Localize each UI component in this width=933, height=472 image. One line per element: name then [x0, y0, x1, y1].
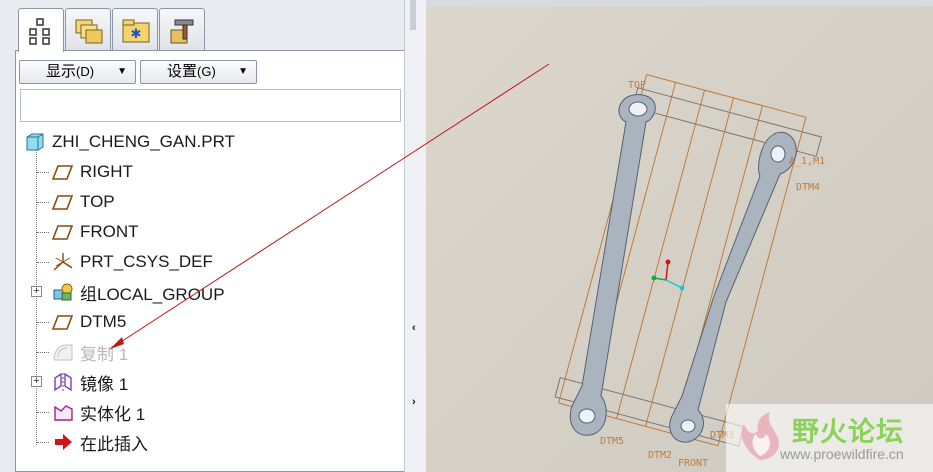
- tree-item-label: 复制 1: [80, 344, 129, 364]
- folder-browser-icon: [75, 19, 103, 44]
- tree-item-copy-1[interactable]: 复制 1: [52, 338, 128, 366]
- solidify-icon: [54, 405, 73, 421]
- watermark: 野火论坛 www.proewildfire.cn: [726, 404, 933, 472]
- connections-icon: [170, 19, 194, 44]
- tree-item-label: PRT_CSYS_DEF: [80, 252, 213, 271]
- tree-item-top[interactable]: TOP: [52, 188, 115, 216]
- settings-menu-label: 设置: [167, 63, 198, 80]
- forum-logo-icon: [741, 412, 779, 460]
- model-tree-pane: 显示(D) ▼ 设置(G) ▼ ZHI_CHENG_GAN.PRT RIGHT …: [15, 50, 405, 472]
- tree-connector: [37, 262, 49, 263]
- datum-label-front: FRONT: [678, 458, 708, 469]
- settings-menu-shortcut: (G): [197, 64, 216, 79]
- model-tree-icon: [29, 18, 50, 45]
- mirror-icon: [54, 372, 72, 392]
- tree-item-label: 组LOCAL_GROUP: [80, 284, 225, 304]
- tree-item-label: ZHI_CHENG_GAN.PRT: [52, 132, 235, 151]
- graphics-window[interactable]: TOP A_1,M1 DTM4 DTM5 DTM2 FRONT DTM3: [426, 6, 933, 472]
- tree-item-mirror-1[interactable]: 镜像 1: [52, 368, 128, 396]
- tree-item-insert-here[interactable]: 在此插入: [52, 428, 148, 456]
- datum-label-top: TOP: [628, 80, 646, 91]
- display-menu-shortcut: (D): [76, 64, 95, 79]
- display-menu-button[interactable]: 显示(D) ▼: [19, 60, 136, 84]
- tree-item-label: 实体化 1: [80, 404, 146, 424]
- tree-connector: [37, 202, 49, 203]
- expand-toggle[interactable]: +: [31, 286, 42, 297]
- tree-connector: [37, 352, 49, 353]
- tab-model-tree[interactable]: [18, 8, 64, 52]
- chevron-down-icon: ▼: [238, 66, 248, 77]
- datum-plane-icon: [52, 225, 74, 240]
- watermark-title: 野火论坛: [792, 417, 904, 447]
- tree-item-front[interactable]: FRONT: [52, 218, 139, 246]
- part-icon: [26, 133, 44, 151]
- navigator-panel: ✱ 显示(D) ▼ 设置(G) ▼ ZHI_CHENG_GAN.PRT RIGH…: [0, 0, 410, 472]
- tree-connector: [37, 412, 49, 413]
- model-tree: ZHI_CHENG_GAN.PRT RIGHT TOP FRONT PRT_CS…: [16, 127, 404, 467]
- tree-connector: [37, 232, 49, 233]
- tree-connector: [37, 172, 49, 173]
- copy-feature-icon: [53, 344, 73, 361]
- tree-item-prt-csys-def[interactable]: PRT_CSYS_DEF: [52, 248, 213, 276]
- datum-label-dtm5: DTM5: [600, 436, 624, 447]
- expand-toggle[interactable]: +: [31, 376, 42, 387]
- datum-label-dtm1: A_1,M1: [789, 156, 825, 167]
- datum-plane-icon: [52, 315, 74, 330]
- tree-item-local-group[interactable]: 组LOCAL_GROUP: [52, 278, 225, 306]
- datum-label-dtm2: DTM2: [648, 450, 672, 461]
- datum-plane-icon: [52, 195, 74, 210]
- expand-right-icon[interactable]: ›: [412, 396, 416, 408]
- group-icon: [53, 283, 73, 301]
- coordinate-triad: [651, 259, 685, 291]
- part-geometry: [569, 94, 797, 443]
- tab-favorites[interactable]: ✱: [112, 8, 158, 50]
- display-menu-label: 显示: [46, 63, 77, 80]
- tree-item-label: FRONT: [80, 222, 139, 241]
- tree-item-label: 镜像 1: [80, 374, 129, 394]
- tree-item-label: RIGHT: [80, 162, 133, 181]
- tree-connector: [37, 442, 49, 443]
- svg-text:✱: ✱: [131, 27, 142, 42]
- insert-here-arrow-icon: [55, 434, 72, 450]
- settings-menu-button[interactable]: 设置(G) ▼: [140, 60, 257, 84]
- tree-item-right[interactable]: RIGHT: [52, 158, 133, 186]
- tree-item-label: DTM5: [80, 312, 127, 331]
- tree-connector: [37, 322, 49, 323]
- datum-plane-icon: [52, 165, 74, 180]
- tab-connections[interactable]: [159, 8, 205, 50]
- tree-item-dtm5[interactable]: DTM5: [52, 308, 126, 336]
- scrollbar-thumb[interactable]: [410, 0, 416, 30]
- tree-item-solidify-1[interactable]: 实体化 1: [52, 398, 145, 426]
- panel-splitter[interactable]: ‹ ›: [404, 0, 426, 472]
- watermark-url: www.proewildfire.cn: [780, 446, 904, 462]
- tree-item-root[interactable]: ZHI_CHENG_GAN.PRT: [24, 128, 235, 156]
- tree-item-label: 在此插入: [80, 434, 148, 454]
- chevron-down-icon: ▼: [117, 66, 127, 77]
- datum-label-dtm4: DTM4: [796, 182, 820, 193]
- collapse-left-icon[interactable]: ‹: [412, 322, 416, 334]
- favorites-icon: ✱: [122, 19, 150, 43]
- coordinate-system-icon: [53, 253, 73, 271]
- tree-filter-field[interactable]: [20, 89, 401, 122]
- tab-folder-browser[interactable]: [65, 8, 111, 50]
- tree-item-label: TOP: [80, 192, 115, 211]
- model-view: TOP A_1,M1 DTM4 DTM5 DTM2 FRONT DTM3: [554, 74, 825, 469]
